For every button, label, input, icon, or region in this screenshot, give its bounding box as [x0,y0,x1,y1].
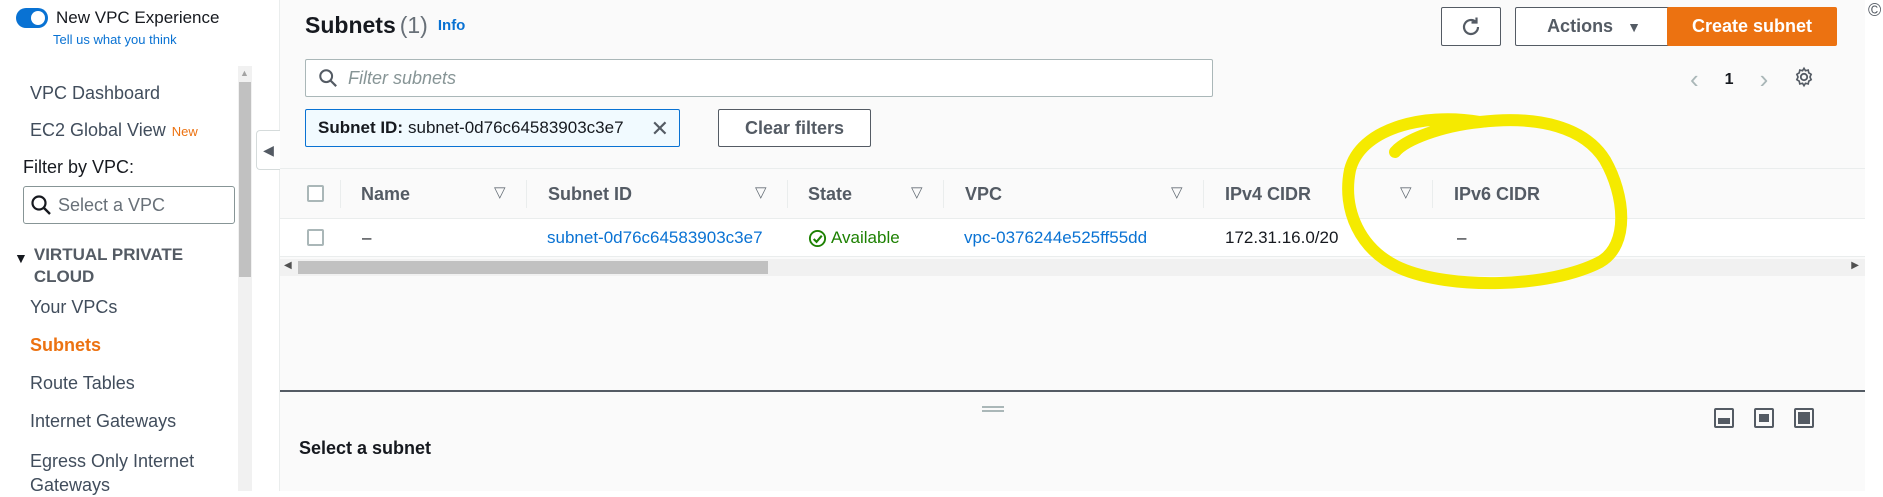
sidebar-item-ec2-global-view[interactable]: EC2 Global View New [30,120,198,141]
filter-token-key: Subnet ID: [318,118,403,137]
sort-icon[interactable]: ▽ [1171,183,1183,201]
scroll-left-arrow-icon[interactable]: ◀ [284,260,292,271]
clear-filters-button[interactable]: Clear filters [718,109,871,147]
sort-icon[interactable]: ▽ [911,183,923,201]
chevron-left-icon: ◀ [263,141,274,158]
cell-vpc-link[interactable]: vpc-0376244e525ff55dd [964,228,1147,248]
drag-handle-icon[interactable] [982,406,1004,412]
sidebar-scrollbar-thumb[interactable] [239,82,251,277]
table-horizontal-scrollbar[interactable]: ◀ ▶ [280,259,1865,276]
page-title-text: Subnets [305,12,396,38]
check-circle-icon [808,229,827,247]
maximize-icon[interactable] [1794,408,1814,428]
caret-down-icon: ▼ [1627,18,1641,35]
sidebar-item-route-tables[interactable]: Route Tables [30,373,135,394]
edge-icon: © [1868,0,1882,20]
column-divider [340,180,341,208]
cell-ipv4-cidr: 172.31.16.0/20 [1225,228,1339,247]
column-header-state[interactable]: State [808,184,852,205]
subnet-count: (1) [399,12,428,38]
sort-icon[interactable]: ▽ [755,183,767,201]
toggle-label: New VPC Experience [56,8,220,27]
subnets-panel: Subnets (1) Info Actions ▼ Create subnet F… [280,0,1865,390]
column-divider [1203,180,1204,208]
refresh-button[interactable] [1441,7,1501,46]
column-header-ipv6-cidr[interactable]: IPv6 CIDR [1454,184,1540,205]
sidebar-item-egress-only-internet-gateways[interactable]: Egress Only Internet Gateways [30,449,230,497]
sidebar-scrollbar[interactable]: ▲ [238,66,252,491]
cell-state: Available [808,228,900,248]
table-row[interactable]: – subnet-0d76c64583903c3e7 Available vpc… [280,219,1865,257]
virtual-private-cloud-section[interactable]: ▼ VIRTUAL PRIVATE CLOUD [14,244,194,288]
info-link[interactable]: Info [438,17,466,34]
sidebar-item-label: EC2 Global View [30,120,166,140]
sidebar-item-your-vpcs[interactable]: Your VPCs [30,297,117,318]
dock-bottom-icon[interactable] [1714,408,1734,428]
create-subnet-button[interactable]: Create subnet [1667,7,1837,46]
collapse-sidebar-button[interactable]: ◀ [256,130,280,170]
state-label: Available [831,228,900,247]
new-badge: New [171,124,198,139]
section-title: VIRTUAL PRIVATE CLOUD [33,245,184,286]
table-header: Name ▽ Subnet ID ▽ State ▽ VPC ▽ IPv4 CI… [280,168,1865,219]
column-header-vpc[interactable]: VPC [965,184,1002,205]
sort-icon[interactable]: ▽ [1400,183,1412,201]
filter-token-value: subnet-0d76c64583903c3e7 [408,118,624,137]
dock-side-icon[interactable] [1754,408,1774,428]
refresh-icon [1462,17,1480,35]
caret-down-icon: ▼ [14,250,28,266]
split-panel-title: Select a subnet [299,438,432,458]
horizontal-scrollbar-thumb[interactable] [298,261,768,274]
search-icon [31,195,51,215]
pagination: ‹ 1 › [1690,64,1768,95]
filter-by-vpc-label: Filter by VPC: [23,157,135,177]
actions-label: Actions [1547,16,1614,36]
search-icon [319,69,337,87]
subnets-table: Name ▽ Subnet ID ▽ State ▽ VPC ▽ IPv4 CI… [280,168,1865,276]
column-header-name[interactable]: Name [361,184,410,205]
sidebar: New VPC Experience Tell us what you thin… [0,0,280,495]
sidebar-item-subnets[interactable]: Subnets [30,335,101,356]
column-header-ipv4-cidr[interactable]: IPv4 CIDR [1225,184,1311,205]
column-divider [1432,180,1433,208]
filter-token: Subnet ID: subnet-0d76c64583903c3e7 ✕ [305,109,680,147]
column-divider [787,180,788,208]
vpc-select[interactable]: Select a VPC [23,186,235,224]
cell-ipv6-cidr: – [1457,228,1467,247]
gear-icon[interactable] [1793,66,1815,94]
column-divider [526,180,527,208]
vpc-select-placeholder: Select a VPC [58,194,166,215]
scroll-right-arrow-icon[interactable]: ▶ [1851,260,1859,271]
page-title: Subnets (1) Info [305,12,465,39]
scroll-up-arrow-icon[interactable]: ▲ [240,68,249,78]
feedback-link[interactable]: Tell us what you think [53,32,177,47]
sidebar-item-vpc-dashboard[interactable]: VPC Dashboard [30,83,160,104]
next-page-icon[interactable]: › [1760,64,1769,95]
cell-name: – [362,228,372,247]
column-header-subnet-id[interactable]: Subnet ID [548,184,632,205]
main-content: Subnets (1) Info Actions ▼ Create subnet F… [280,0,1865,491]
cell-subnet-id-link[interactable]: subnet-0d76c64583903c3e7 [547,228,763,248]
new-vpc-experience-toggle-row: New VPC Experience [16,8,219,28]
search-placeholder: Filter subnets [348,67,457,88]
search-input[interactable]: Filter subnets [305,59,1213,97]
close-icon[interactable]: ✕ [651,116,669,142]
actions-button[interactable]: Actions ▼ [1515,7,1673,46]
new-vpc-experience-toggle[interactable] [16,8,48,28]
select-all-checkbox[interactable] [307,185,324,202]
column-divider [943,180,944,208]
current-page[interactable]: 1 [1725,71,1734,89]
sort-icon[interactable]: ▽ [494,183,506,201]
previous-page-icon[interactable]: ‹ [1690,64,1699,95]
sidebar-item-internet-gateways[interactable]: Internet Gateways [30,411,176,432]
split-panel: Select a subnet [280,390,1865,491]
row-checkbox[interactable] [307,229,324,246]
